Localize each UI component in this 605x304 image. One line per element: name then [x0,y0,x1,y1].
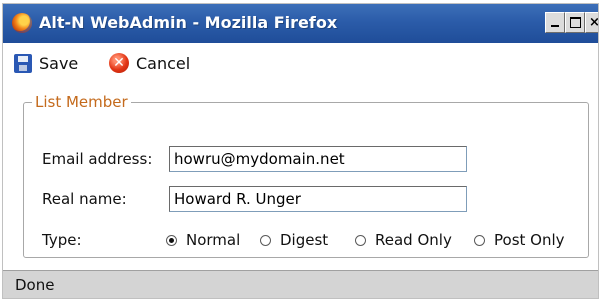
radio-button[interactable] [474,234,485,246]
firefox-icon [12,13,32,33]
radio-button[interactable] [166,234,177,246]
type-radio-normal[interactable]: Normal [166,231,240,249]
maximize-button[interactable] [565,12,585,33]
maximize-icon [570,17,581,28]
type-label: Type: [42,231,82,249]
save-label: Save [39,53,79,73]
browser-window: Alt-N WebAdmin - Mozilla Firefox × Save … [2,3,599,299]
radio-label: Read Only [375,231,452,249]
email-label: Email address: [42,150,153,168]
radio-label: Digest [280,231,329,249]
minimize-icon [551,25,559,27]
real-name-label: Real name: [42,190,127,208]
fieldset-legend: List Member [32,93,131,111]
radio-button[interactable] [260,234,271,246]
close-button[interactable]: × [585,12,599,33]
type-radio-read-only[interactable]: Read Only [355,231,452,249]
minimize-button[interactable] [545,12,565,33]
type-radio-digest[interactable]: Digest [260,231,328,249]
title-bar[interactable]: Alt-N WebAdmin - Mozilla Firefox × [3,4,598,43]
real-name-field[interactable] [169,186,467,212]
cancel-icon: ✕ [109,53,129,73]
list-member-fieldset: List Member Email address: Real name: Ty… [23,93,589,258]
status-bar: Done [3,270,598,298]
cancel-label: Cancel [136,53,191,73]
close-icon: × [589,15,599,30]
status-text: Done [15,276,55,294]
cancel-button[interactable]: ✕ Cancel [109,50,190,76]
toolbar: Save ✕ Cancel [3,43,598,83]
save-button[interactable]: Save [14,50,78,76]
radio-label: Normal [186,231,241,249]
window-title: Alt-N WebAdmin - Mozilla Firefox [39,13,338,32]
type-radio-post-only[interactable]: Post Only [474,231,565,249]
email-field[interactable] [169,146,467,172]
page-content: List Member Email address: Real name: Ty… [3,83,598,260]
radio-button[interactable] [355,234,366,246]
floppy-disk-icon [14,53,32,73]
radio-label: Post Only [494,231,565,249]
